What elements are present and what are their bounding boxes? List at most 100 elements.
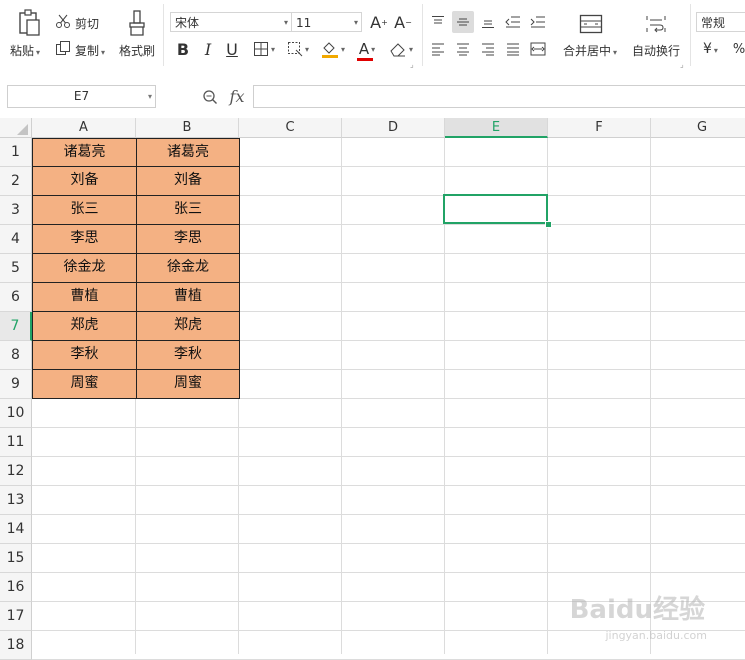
- fill-handle[interactable]: [545, 221, 552, 228]
- cell-b5[interactable]: 徐金龙: [136, 253, 240, 283]
- decrease-indent-icon[interactable]: [503, 12, 523, 32]
- separator: [690, 4, 691, 66]
- row-header-9[interactable]: 9: [0, 370, 32, 399]
- number-format-select[interactable]: 常规: [696, 12, 745, 32]
- cell-b1[interactable]: 诸葛亮: [136, 138, 240, 167]
- cell-a4[interactable]: 李思: [32, 224, 137, 254]
- cell-a7[interactable]: 郑虎: [32, 311, 137, 341]
- active-cell-selection[interactable]: [443, 194, 548, 224]
- baidu-watermark: Baidu经验: [569, 595, 705, 625]
- row-header-11[interactable]: 11: [0, 428, 32, 457]
- fx-insert-function-button[interactable]: fx: [226, 86, 248, 106]
- column-header-f[interactable]: F: [548, 118, 651, 138]
- cell-a6[interactable]: 曹植: [32, 282, 137, 312]
- cell-a1[interactable]: 诸葛亮: [32, 138, 137, 167]
- font-size-select[interactable]: 11 ▾: [291, 12, 362, 32]
- cell-a9[interactable]: 周蜜: [32, 369, 137, 399]
- fill-color-icon[interactable]: ▾: [318, 39, 348, 59]
- italic-button[interactable]: I: [199, 39, 217, 59]
- row-header-13[interactable]: 13: [0, 486, 32, 515]
- cell-b9[interactable]: 周蜜: [136, 369, 240, 399]
- distributed-align-icon[interactable]: [528, 40, 548, 58]
- cell-b4[interactable]: 李思: [136, 224, 240, 254]
- align-left-icon[interactable]: [428, 40, 448, 58]
- formula-input[interactable]: [253, 85, 745, 108]
- align-middle-icon[interactable]: [452, 11, 474, 33]
- copy-button[interactable]: 复制 ▾: [75, 42, 105, 59]
- separator: [422, 4, 423, 66]
- column-header-g[interactable]: G: [651, 118, 745, 138]
- font-color-icon[interactable]: A ▾: [352, 39, 382, 61]
- row-header-12[interactable]: 12: [0, 457, 32, 486]
- align-bottom-icon[interactable]: [478, 12, 498, 32]
- wrap-text-icon: [643, 12, 669, 36]
- cell-style-icon[interactable]: ▾: [283, 40, 313, 58]
- column-header-c[interactable]: C: [239, 118, 342, 138]
- align-right-icon[interactable]: [478, 40, 498, 58]
- merge-center-button[interactable]: 合并居中 ▾: [563, 42, 617, 59]
- format-painter-button[interactable]: 格式刷: [119, 42, 155, 59]
- increase-indent-icon[interactable]: [528, 12, 548, 32]
- column-header-a[interactable]: A: [32, 118, 136, 138]
- column-header-d[interactable]: D: [342, 118, 445, 138]
- underline-button[interactable]: U: [223, 39, 241, 59]
- spreadsheet-grid: A B C D E F G 1 2 3 4 5 6 7 8 9 10 11 12 13 14 15 16 17 18 诸葛亮 刘备张…: [0, 118, 745, 660]
- font-group-launcher-icon[interactable]: ⌟: [410, 60, 414, 69]
- cell-b7[interactable]: 郑虎: [136, 311, 240, 341]
- bold-button[interactable]: B: [174, 39, 192, 59]
- row-header-8[interactable]: 8: [0, 341, 32, 370]
- align-center-icon[interactable]: [453, 40, 473, 58]
- column-header-b[interactable]: B: [136, 118, 239, 138]
- row-header-6[interactable]: 6: [0, 283, 32, 312]
- cell-a5[interactable]: 徐金龙: [32, 253, 137, 283]
- cell-a8[interactable]: 李秋: [32, 340, 137, 370]
- ribbon-toolbar: 粘贴 ▾ 剪切 复制 ▾ 格式刷 宋体 ▾ 11 ▾ A + A − B I U ▾ ▾ ▾…: [0, 0, 745, 72]
- row-header-16[interactable]: 16: [0, 573, 32, 602]
- paste-icon[interactable]: [14, 8, 44, 38]
- font-name-select[interactable]: 宋体 ▾: [170, 12, 292, 32]
- increase-font-icon[interactable]: A +: [369, 11, 389, 33]
- grid-row-line: [32, 514, 745, 515]
- row-header-15[interactable]: 15: [0, 544, 32, 573]
- percent-icon[interactable]: %: [733, 40, 745, 58]
- row-header-5[interactable]: 5: [0, 254, 32, 283]
- grid-row-line: [32, 427, 745, 428]
- scissors-icon: [54, 12, 72, 30]
- name-box[interactable]: E7 ▾: [7, 85, 156, 108]
- cell-b3[interactable]: 张三: [136, 195, 240, 225]
- grid-row-line: [32, 543, 745, 544]
- borders-icon[interactable]: ▾: [249, 40, 279, 58]
- select-all-corner[interactable]: [0, 118, 32, 138]
- eraser-icon[interactable]: ▾: [386, 40, 416, 58]
- row-header-1[interactable]: 1: [0, 138, 32, 167]
- cell-b2[interactable]: 刘备: [136, 166, 240, 196]
- row-header-2[interactable]: 2: [0, 167, 32, 196]
- currency-format-button[interactable]: ¥ ▾: [703, 41, 718, 57]
- row-header-10[interactable]: 10: [0, 399, 32, 428]
- align-top-icon[interactable]: [428, 12, 448, 32]
- row-header-17[interactable]: 17: [0, 602, 32, 631]
- row-header-18[interactable]: 18: [0, 631, 32, 660]
- cell-a3[interactable]: 张三: [32, 195, 137, 225]
- grid-column-line: [650, 138, 651, 654]
- cell-a2[interactable]: 刘备: [32, 166, 137, 196]
- grid-row-line: [32, 572, 745, 573]
- zoom-search-icon[interactable]: [200, 87, 220, 107]
- wrap-text-button[interactable]: 自动换行: [632, 42, 680, 59]
- row-header-7[interactable]: 7: [0, 312, 32, 341]
- decrease-font-icon[interactable]: A −: [393, 11, 413, 33]
- format-painter-icon: [124, 8, 150, 38]
- merge-center-icon: [578, 12, 604, 36]
- cell-b8[interactable]: 李秋: [136, 340, 240, 370]
- row-header-14[interactable]: 14: [0, 515, 32, 544]
- justify-icon[interactable]: [503, 40, 523, 58]
- row-header-4[interactable]: 4: [0, 225, 32, 254]
- column-header-e[interactable]: E: [445, 118, 548, 138]
- cut-button[interactable]: 剪切: [75, 15, 99, 32]
- baidu-watermark-url: jingyan.baidu.com: [605, 629, 707, 642]
- row-header-3[interactable]: 3: [0, 196, 32, 225]
- paste-button[interactable]: 粘贴 ▾: [10, 42, 40, 59]
- alignment-group-launcher-icon[interactable]: ⌟: [680, 60, 684, 69]
- separator: [163, 4, 164, 66]
- cell-b6[interactable]: 曹植: [136, 282, 240, 312]
